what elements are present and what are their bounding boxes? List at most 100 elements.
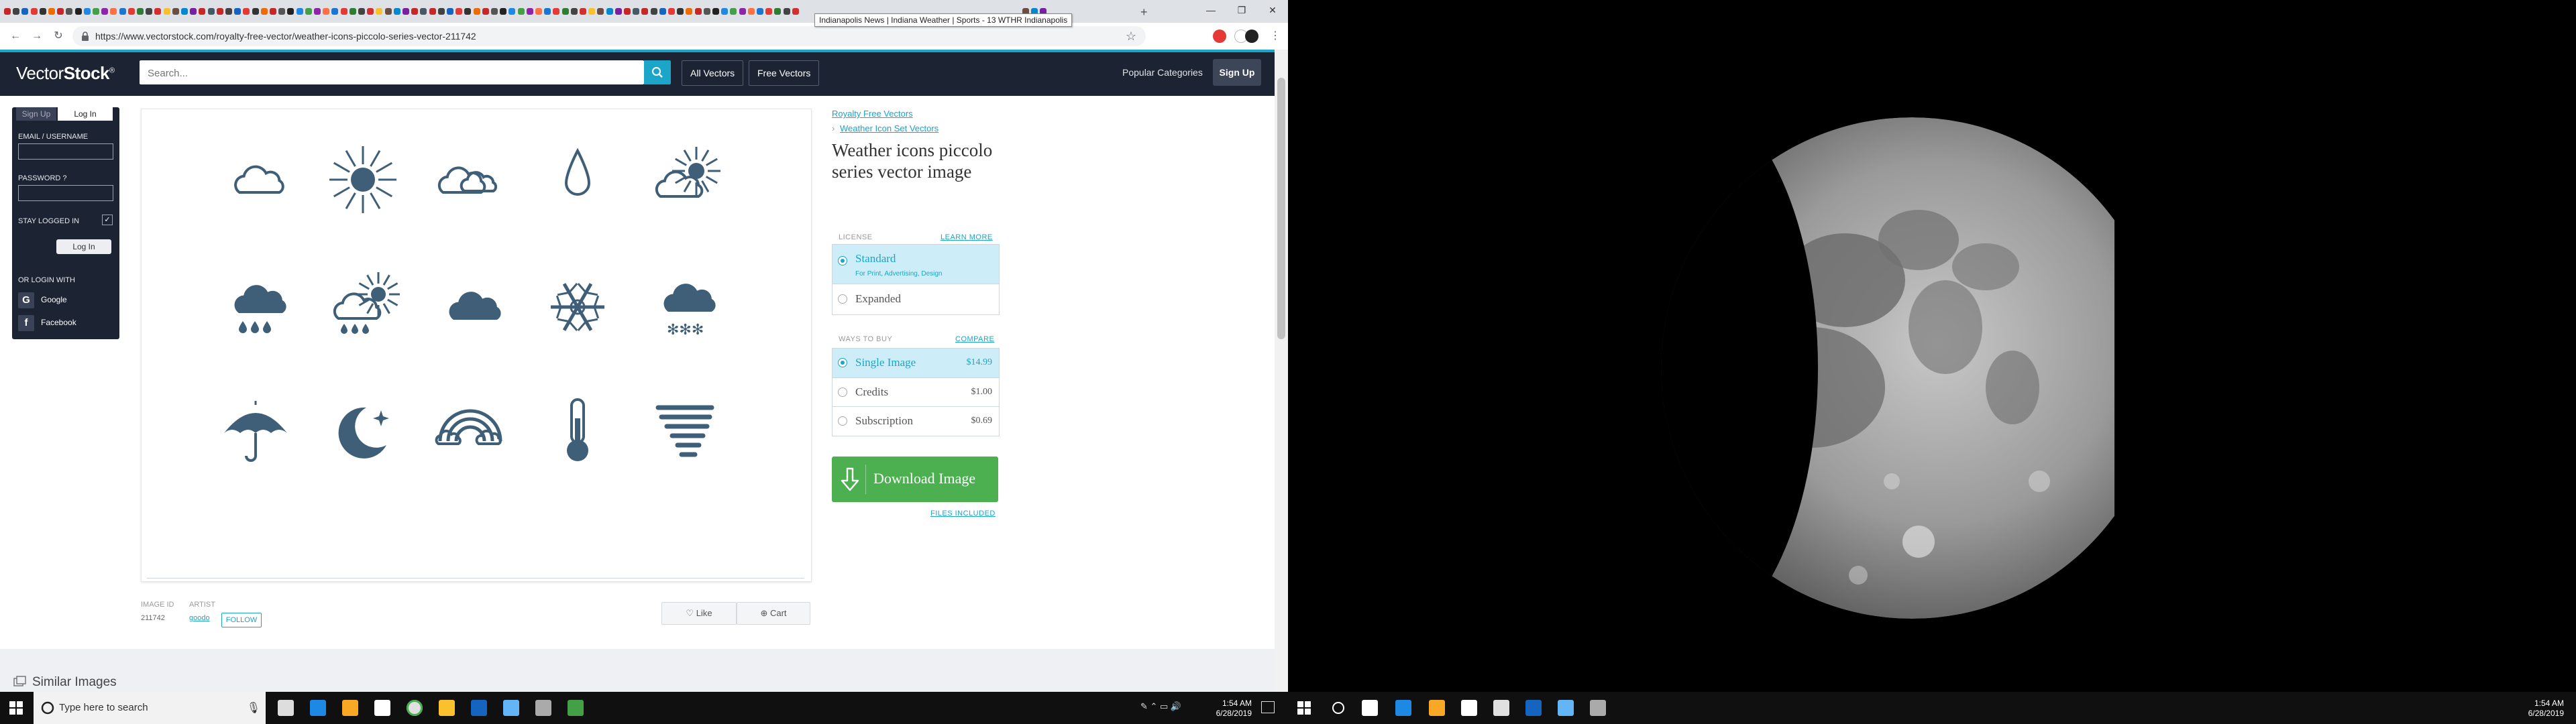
tab-favicon-icon[interactable] [287, 8, 294, 15]
extension-icon[interactable] [1213, 29, 1226, 43]
taskbar-app-icon[interactable] [374, 700, 390, 716]
menu-kebab-icon[interactable]: ⋮ [1268, 29, 1283, 44]
tab-favicon-icon[interactable] [491, 8, 498, 15]
taskbar-app-icon[interactable] [1429, 700, 1445, 716]
tab-favicon-icon[interactable] [544, 8, 551, 15]
tab-favicon-icon[interactable] [66, 8, 73, 15]
microphone-icon[interactable]: 🎙 [247, 701, 260, 715]
cortana-circle-icon[interactable] [1331, 701, 1346, 719]
tab-favicon-icon[interactable] [146, 8, 153, 15]
taskbar-app-icon[interactable] [1362, 700, 1378, 716]
tab-favicon-icon[interactable] [367, 8, 374, 15]
tab-favicon-icon[interactable] [39, 8, 46, 15]
profile-avatar[interactable] [1245, 29, 1258, 43]
tab-favicon-icon[interactable] [199, 8, 206, 15]
tab-favicon-icon[interactable] [358, 8, 365, 15]
radio-subscription[interactable] [838, 416, 847, 426]
tab-favicon-icon[interactable] [508, 8, 516, 15]
tab-favicon-icon[interactable] [101, 8, 109, 15]
tab-favicon-icon[interactable] [163, 8, 170, 15]
tab-favicon-icon[interactable] [48, 8, 55, 15]
taskbar-app-icon[interactable] [342, 700, 358, 716]
taskbar-app-icon[interactable] [1395, 700, 1411, 716]
bookmark-star-icon[interactable]: ☆ [1126, 29, 1136, 44]
maximize-button[interactable]: ❐ [1226, 0, 1257, 20]
tab-favicon-icon[interactable] [323, 8, 330, 15]
tab-favicon-icon[interactable] [580, 8, 586, 15]
tab-favicon-icon[interactable] [137, 8, 144, 15]
all-vectors-button[interactable]: All Vectors [682, 60, 744, 86]
tab-favicon-icon[interactable] [570, 8, 578, 15]
tab-favicon-icon[interactable] [393, 8, 400, 15]
tab-favicon-icon[interactable] [216, 8, 223, 15]
tab-favicon-icon[interactable] [739, 8, 746, 15]
tab-favicon-icon[interactable] [597, 8, 604, 15]
taskbar-app-icon[interactable] [1493, 700, 1509, 716]
tab-sign-up[interactable]: Sign Up [16, 107, 56, 121]
breadcrumb-weather-icon-set[interactable]: Weather Icon Set Vectors [840, 123, 938, 133]
facebook-login-button[interactable]: f Facebook [18, 315, 115, 333]
close-window-button[interactable]: ✕ [1257, 0, 1288, 20]
single-image-option[interactable]: Single Image $14.99 [833, 349, 999, 377]
tab-favicon-icon[interactable] [411, 8, 419, 15]
files-included-link[interactable]: FILES INCLUDED [930, 509, 996, 518]
tab-favicon-icon[interactable] [21, 8, 29, 15]
radio-standard[interactable] [838, 256, 847, 265]
tab-favicon-icon[interactable] [30, 8, 38, 15]
tab-favicon-icon[interactable] [13, 8, 20, 15]
follow-button[interactable]: FOLLOW [221, 613, 262, 627]
radio-expanded[interactable] [838, 294, 847, 304]
tab-favicon-icon[interactable] [384, 8, 392, 15]
tab-favicon-icon[interactable] [677, 8, 684, 15]
tab-favicon-icon[interactable] [305, 8, 312, 15]
sign-up-button[interactable]: Sign Up [1213, 59, 1261, 86]
search-button[interactable] [644, 60, 671, 84]
action-center-icon[interactable] [1261, 701, 1275, 713]
vectorstock-logo[interactable]: VectorStock® [16, 63, 115, 84]
email-field[interactable] [18, 143, 113, 160]
like-button[interactable]: ♡ Like [661, 602, 737, 625]
taskbar-app-icon[interactable] [310, 700, 326, 716]
tab-favicon-icon[interactable] [376, 8, 383, 15]
tab-favicon-icon[interactable] [190, 8, 197, 15]
tab-favicon-icon[interactable] [402, 8, 409, 15]
tab-favicon-icon[interactable] [641, 8, 649, 15]
tab-favicon-icon[interactable] [110, 8, 117, 15]
popular-categories-link[interactable]: Popular Categories [1122, 60, 1203, 84]
tab-favicon-icon[interactable] [624, 8, 631, 15]
tab-favicon-icon[interactable] [703, 8, 710, 15]
tab-favicon-icon[interactable] [730, 8, 737, 15]
windows-start-icon[interactable] [1297, 701, 1311, 718]
taskbar-app-icon[interactable] [278, 700, 294, 716]
new-tab-button[interactable]: + [1140, 5, 1148, 19]
credits-option[interactable]: Credits $1.00 [833, 377, 999, 407]
tab-favicon-icon[interactable] [659, 8, 666, 15]
tab-favicon-icon[interactable] [561, 8, 569, 15]
tab-favicon-icon[interactable] [260, 8, 268, 15]
tab-favicon-icon[interactable] [606, 8, 613, 15]
tab-favicon-icon[interactable] [340, 8, 347, 15]
taskbar-app-icon[interactable] [1590, 700, 1606, 716]
tab-favicon-icon[interactable] [278, 8, 286, 15]
radio-single-image[interactable] [838, 358, 847, 367]
tab-favicon-icon[interactable] [482, 8, 489, 15]
tab-favicon-icon[interactable] [650, 8, 657, 15]
tab-log-in[interactable]: Log In [58, 107, 113, 121]
tab-favicon-icon[interactable] [455, 8, 463, 15]
tab-favicon-icon[interactable] [74, 8, 82, 15]
tab-favicon-icon[interactable] [464, 8, 472, 15]
taskbar-search-box[interactable]: Type here to search 🎙 [34, 692, 266, 724]
stay-logged-in-checkbox[interactable]: ✓ [102, 215, 113, 225]
tab-favicon-icon[interactable] [686, 8, 693, 15]
learn-more-link[interactable]: LEARN MORE [941, 233, 993, 241]
forward-icon[interactable]: → [30, 29, 44, 44]
tab-favicon-icon[interactable] [721, 8, 729, 15]
tab-favicon-icon[interactable] [270, 8, 276, 15]
tab-favicon-icon[interactable] [447, 8, 453, 15]
tab-favicon-icon[interactable] [234, 8, 241, 15]
tab-favicon-icon[interactable] [225, 8, 232, 15]
tab-favicon-icon[interactable] [154, 8, 162, 15]
password-field[interactable] [18, 185, 113, 201]
tab-favicon-icon[interactable] [349, 8, 356, 15]
taskbar-app-icon[interactable] [471, 700, 487, 716]
